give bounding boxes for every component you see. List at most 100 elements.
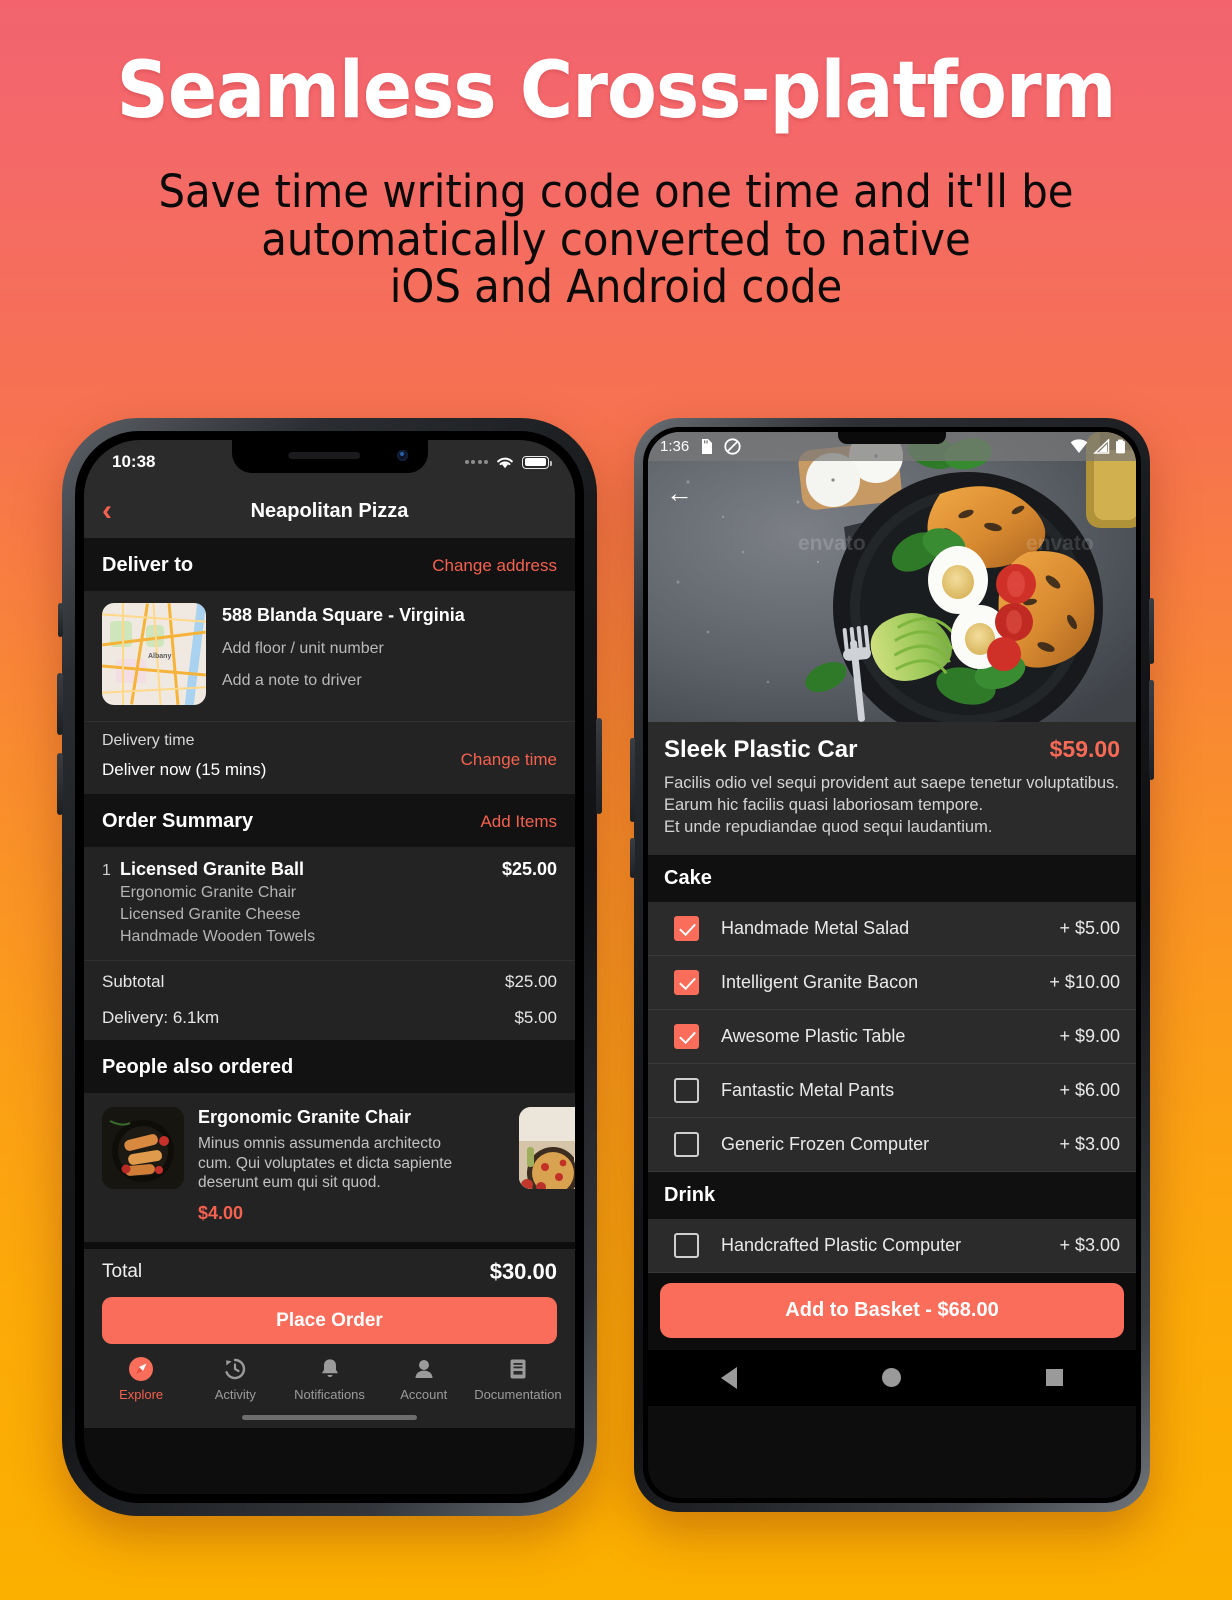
android-assistant-button[interactable]	[630, 738, 635, 822]
option-row[interactable]: Intelligent Granite Bacon + $10.00	[648, 955, 1136, 1010]
iphone-volume-down-button[interactable]	[57, 753, 63, 815]
option-price: + $9.00	[1059, 1025, 1120, 1046]
total-row: Total $30.00	[102, 1259, 557, 1285]
tab-activity[interactable]: Activity	[188, 1356, 282, 1402]
total-value: $30.00	[489, 1259, 557, 1285]
deliver-to-header: Deliver to Change address	[84, 538, 575, 591]
android-footer: Add to Basket - $68.00	[648, 1272, 1136, 1350]
android-sim-tray	[630, 838, 635, 878]
subtotal-value: $25.00	[505, 972, 557, 991]
total-label: Total	[102, 1261, 143, 1283]
home-circle-icon[interactable]	[881, 1368, 901, 1388]
android-power-button[interactable]	[1149, 598, 1154, 664]
status-left: 1:36	[660, 438, 741, 455]
tab-label: Activity	[214, 1387, 256, 1403]
option-row[interactable]: Fantastic Metal Pants + $6.00	[648, 1063, 1136, 1118]
sd-card-icon	[702, 439, 713, 454]
svg-text:envato: envato	[1026, 532, 1094, 555]
product-info: Sleek Plastic Car $59.00 Facilis odio ve…	[648, 722, 1136, 855]
delivery-time-label: Delivery time	[102, 732, 195, 749]
checkbox-checked-icon[interactable]	[674, 969, 699, 995]
option-row[interactable]: Handcrafted Plastic Computer + $3.00	[648, 1218, 1136, 1273]
product-title-row: Sleek Plastic Car $59.00	[664, 736, 1120, 764]
pizza-photo-icon[interactable]	[519, 1107, 575, 1189]
iphone-bezel: 10:38 ‹ Neapolitan Pizza Deliver to Chan…	[75, 431, 584, 1503]
option-row[interactable]: Handmade Metal Salad + $5.00	[648, 901, 1136, 956]
option-name: Handcrafted Plastic Computer	[721, 1234, 962, 1255]
driver-note-input[interactable]: Add a note to driver	[222, 672, 465, 690]
status-right	[1070, 439, 1126, 454]
subtotal-label: Subtotal	[102, 972, 165, 991]
tab-documentation[interactable]: Documentation	[471, 1356, 565, 1402]
change-time-button[interactable]: Change time	[461, 750, 557, 770]
add-to-basket-button[interactable]: Add to Basket - $68.00	[660, 1282, 1124, 1338]
back-triangle-icon[interactable]	[720, 1366, 737, 1389]
iphone-notch	[231, 440, 428, 473]
earpiece-speaker-icon	[287, 452, 360, 459]
grilled-food-photo-icon	[102, 1107, 184, 1189]
desc-line-2: Earum hic facilis quasi laboriosam tempo…	[664, 795, 984, 814]
front-camera-icon	[396, 450, 408, 461]
svg-text:envato: envato	[798, 532, 866, 555]
option-name: Fantastic Metal Pants	[721, 1079, 895, 1100]
recents-square-icon[interactable]	[1046, 1369, 1064, 1387]
android-device-frame: 1:36 envato envato ← Sleek Plastic Car $…	[630, 418, 1154, 1512]
deliver-to-heading: Deliver to	[102, 554, 194, 576]
checkbox-unchecked-icon[interactable]	[674, 1131, 699, 1157]
address-text: 588 Blanda Square - Virginia	[222, 605, 465, 625]
android-volume-button[interactable]	[1149, 680, 1154, 780]
book-icon	[510, 1359, 526, 1379]
status-time: 10:38	[112, 452, 156, 471]
address-lines: 588 Blanda Square - Virginia Add floor /…	[222, 603, 465, 690]
battery-icon	[1116, 439, 1125, 454]
arrow-left-icon[interactable]: ←	[666, 480, 693, 507]
order-item-row[interactable]: 1 Licensed Granite Ball $25.00 Ergonomic…	[84, 847, 575, 960]
order-item-top: 1 Licensed Granite Ball $25.00	[102, 859, 557, 880]
tab-label: Explore	[119, 1387, 164, 1403]
place-order-button[interactable]: Place Order	[102, 1297, 557, 1345]
iphone-tab-bar: Explore Activity Notifications Account D…	[84, 1344, 575, 1407]
product-hero-image: envato envato ←	[648, 432, 1136, 722]
nav-title: Neapolitan Pizza	[250, 499, 409, 522]
iphone-device-frame: 10:38 ‹ Neapolitan Pizza Deliver to Chan…	[57, 418, 602, 1516]
address-row[interactable]: Albany 588 Blanda Square - Virginia Add …	[84, 591, 575, 721]
signal-dots-icon	[464, 460, 488, 464]
option-row[interactable]: Awesome Plastic Table + $9.00	[648, 1009, 1136, 1064]
battery-icon	[522, 455, 552, 469]
chevron-left-icon[interactable]: ‹	[102, 496, 112, 526]
tab-label: Documentation	[474, 1387, 562, 1403]
add-items-button[interactable]: Add Items	[480, 812, 557, 832]
iphone-volume-up-button[interactable]	[57, 673, 63, 735]
android-screen: 1:36 envato envato ← Sleek Plastic Car $…	[648, 432, 1136, 1498]
suggested-item-card[interactable]: Ergonomic Granite Chair Minus omnis assu…	[84, 1093, 575, 1243]
tab-notifications[interactable]: Notifications	[282, 1356, 376, 1402]
subtotal-row: Subtotal $25.00	[84, 960, 575, 1000]
order-item-option: Licensed Granite Cheese	[120, 906, 301, 923]
checkbox-checked-icon[interactable]	[674, 1023, 699, 1049]
option-row[interactable]: Generic Frozen Computer + $3.00	[648, 1117, 1136, 1172]
suggested-item-desc: Minus omnis assumenda architecto cum. Qu…	[198, 1135, 453, 1192]
home-indicator[interactable]	[84, 1406, 575, 1429]
tab-explore[interactable]: Explore	[94, 1356, 188, 1402]
checkbox-checked-icon[interactable]	[674, 915, 699, 941]
checkbox-unchecked-icon[interactable]	[674, 1232, 699, 1258]
iphone-power-button[interactable]	[596, 718, 602, 814]
floor-unit-input[interactable]: Add floor / unit number	[222, 640, 465, 658]
checkbox-unchecked-icon[interactable]	[674, 1077, 699, 1103]
iphone-screen: 10:38 ‹ Neapolitan Pizza Deliver to Chan…	[84, 440, 575, 1494]
people-also-ordered-heading: People also ordered	[102, 1056, 294, 1078]
order-summary-header: Order Summary Add Items	[84, 794, 575, 847]
status-time: 1:36	[660, 438, 690, 455]
people-also-ordered-header: People also ordered	[84, 1040, 575, 1093]
order-item-qty: 1	[102, 862, 111, 879]
change-address-button[interactable]: Change address	[432, 556, 557, 576]
order-summary-heading: Order Summary	[102, 810, 254, 832]
do-not-disturb-icon	[724, 438, 741, 455]
tab-account[interactable]: Account	[377, 1356, 471, 1402]
iphone-footer: Total $30.00 Place Order	[84, 1242, 575, 1345]
option-price: + $5.00	[1059, 917, 1120, 938]
suggested-item-price: $4.00	[198, 1203, 244, 1224]
iphone-mute-switch[interactable]	[58, 603, 63, 637]
map-thumbnail-icon[interactable]: Albany	[102, 603, 206, 705]
wifi-icon	[497, 457, 513, 468]
